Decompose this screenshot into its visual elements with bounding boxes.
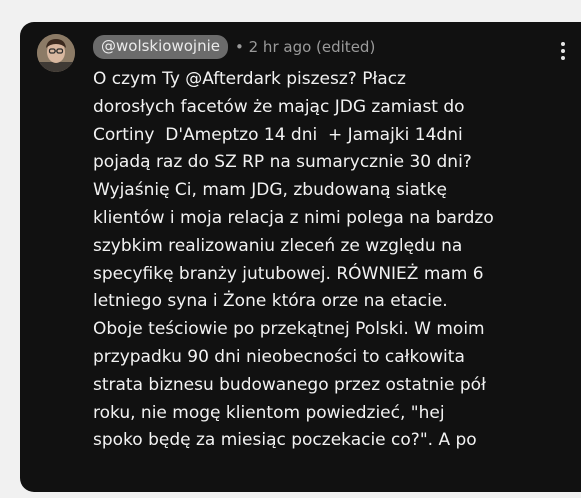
comment-line: letniego syna i Żone która orze na etaci… (93, 291, 448, 312)
comment-meta: • 2 hr ago (edited) (235, 38, 375, 56)
comment-line: Wyjaśnię Ci, mam JDG, zbudowaną siatkę (93, 180, 447, 201)
comment-card: @wolskiowojnie • 2 hr ago (edited) O czy… (20, 22, 581, 492)
comment-line: O czym Ty @Afterdark piszesz? Płacz (93, 69, 406, 89)
author-avatar[interactable] (37, 34, 75, 72)
comment-line: przypadku 90 dni nieobecności to całkowi… (93, 346, 465, 367)
avatar-image (37, 34, 75, 72)
comment-line: spoko będę za miesiąc poczekacie co?". A… (93, 430, 477, 451)
comment-timestamp[interactable]: 2 hr ago (edited) (249, 38, 376, 56)
meta-separator: • (234, 38, 244, 56)
comment-line: dorosłych facetów że mając JDG zamiast d… (93, 96, 465, 117)
comment-line: Oboje teściowie po przekątnej Polski. W … (93, 319, 485, 340)
more-vert-icon[interactable] (560, 42, 566, 64)
comment-line: Cortiny D'Ameptzo 14 dni + Jamajki 14dni (93, 124, 463, 145)
comment-header: @wolskiowojnie • 2 hr ago (edited) (93, 34, 375, 60)
comment-text: O czym Ty @Afterdark piszesz? Płacz doros… (93, 66, 571, 455)
comment-line: klientów i moja relacja z nimi polega na… (93, 207, 494, 228)
author-handle[interactable]: @wolskiowojnie (93, 35, 228, 59)
comment-line: specyfikę branży jutubowej. RÓWNIEŻ mam … (93, 263, 484, 284)
comment-line: strata biznesu budowanego przez ostatnie… (93, 374, 486, 395)
comment-line: roku, nie mogę klientom powiedzieć, "hej (93, 402, 445, 423)
comment-line: pojadą raz do SZ RP na sumarycznie 30 dn… (93, 152, 472, 173)
comment-line: szybkim realizowaniu zleceń ze względu n… (93, 235, 463, 256)
